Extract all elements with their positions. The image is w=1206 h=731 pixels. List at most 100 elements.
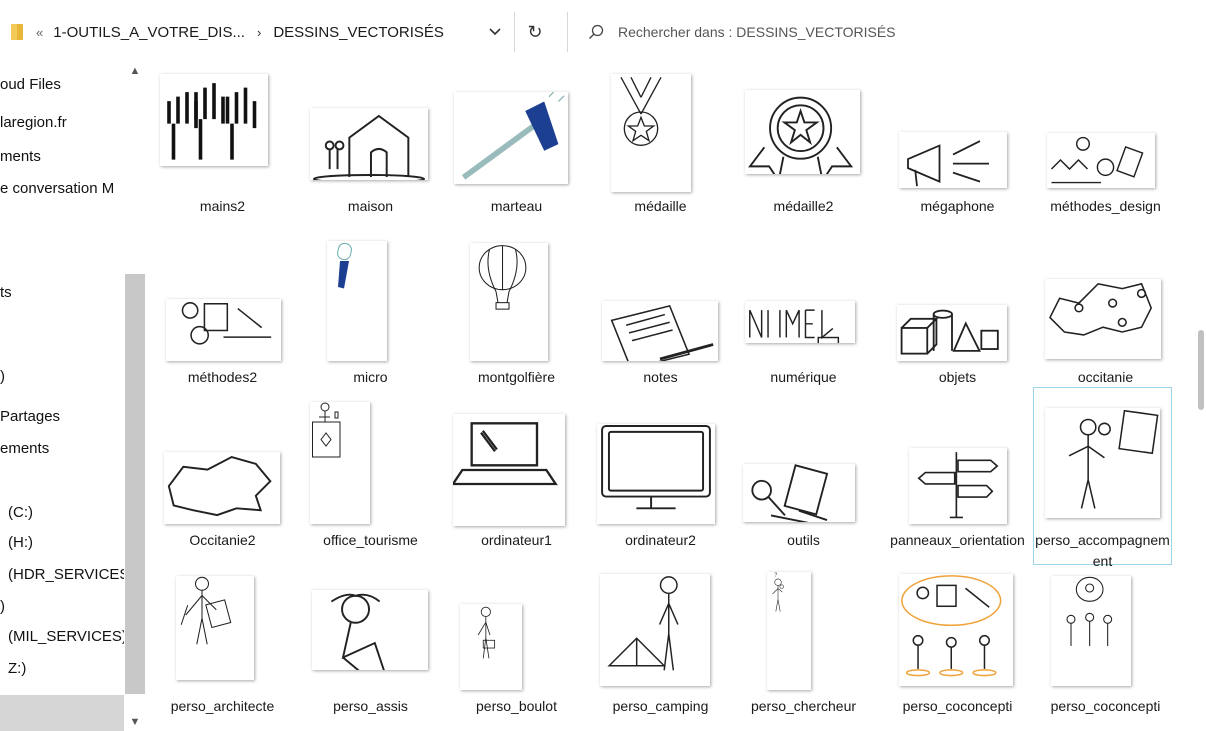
breadcrumb-item-dessins[interactable]: DESSINS_VECTORISÉS [273,24,444,41]
scrollbar-thumb[interactable] [1198,330,1204,410]
medal-drawing-icon [611,74,691,192]
breadcrumb-item-outils[interactable]: 1-OUTILS_A_VOTRE_DIS... [53,24,245,41]
sidebar-item[interactable]: (MIL_SERVICES) [8,628,124,645]
breadcrumb-overflow-chevron[interactable]: « [36,25,43,40]
file-name: maison [347,198,394,214]
chevron-down-icon [489,28,501,36]
sidebar-item[interactable]: Z:) [8,660,26,677]
sidebar-item[interactable]: ments [0,148,41,165]
file-name: marteau [490,198,543,214]
file-item[interactable]: médaille [592,68,729,238]
file-item[interactable]: méthodes2 [154,239,291,409]
file-name: outils [787,532,820,548]
file-item[interactable]: perso_coconcepti [1037,568,1174,731]
sidebar-item[interactable]: (C:) [8,504,33,521]
file-item[interactable]: notes [592,239,729,409]
file-item[interactable]: ordinateur1 [448,402,585,578]
file-item[interactable]: occitanie [1037,239,1174,409]
file-item[interactable]: micro [302,239,439,409]
methods-design-drawing-icon [1047,133,1155,188]
notes-drawing-icon [602,301,718,361]
search-placeholder: Rechercher dans : DESSINS_VECTORISÉS [618,24,896,40]
search-input[interactable]: Rechercher dans : DESSINS_VECTORISÉS [578,16,1198,48]
hands-drawing-icon [160,74,268,166]
person-codesign-drawing-icon [899,574,1013,686]
sidebar-item[interactable]: ) [0,598,5,615]
file-item[interactable]: perso_assis [302,568,439,731]
scrollbar-thumb[interactable] [125,274,145,694]
scroll-up-icon[interactable]: ▲ [124,62,146,80]
sidebar-item[interactable]: laregion.fr [0,114,67,131]
file-item[interactable]: montgolfière [448,239,585,409]
file-item[interactable]: médaille2 [735,68,872,238]
file-item[interactable]: méthodes_design [1037,68,1174,238]
sidebar-item[interactable]: Partages [0,408,60,425]
monitor-drawing-icon [597,424,715,524]
address-dropdown-button[interactable] [478,16,512,48]
tourist-office-drawing-icon [310,402,370,524]
file-item[interactable]: perso_boulot [448,568,585,731]
file-name: ordinateur2 [625,532,696,548]
file-name: mains2 [199,198,246,214]
file-item[interactable]: perso_coconcepti [889,568,1026,731]
file-name: panneaux_orientation [890,532,1025,548]
file-name: micro [353,369,388,385]
file-name: office_tourisme [323,532,418,548]
file-name: perso_coconcepti [902,698,1013,714]
navigation-scrollbar[interactable]: ▲ ▼ [124,62,146,731]
sidebar-item[interactable]: ts [0,284,12,301]
medal2-drawing-icon [745,90,860,174]
scroll-down-icon[interactable]: ▼ [124,713,146,731]
file-item[interactable]: marteau [448,68,585,238]
file-item[interactable]: mégaphone [889,68,1026,238]
megaphone-drawing-icon [899,132,1007,188]
sidebar-item[interactable]: (HDR_SERVICES) [8,566,124,583]
file-name: occitanie [1077,369,1134,385]
breadcrumb[interactable]: « 1-OUTILS_A_VOTRE_DIS... › DESSINS_VECT… [10,13,514,51]
sidebar-item[interactable]: oud Files [0,76,61,93]
file-item[interactable]: maison [302,68,439,238]
file-item[interactable]: mains2 [154,68,291,238]
file-item[interactable]: numérique [735,239,872,409]
file-item[interactable]: perso_accompagnement [1033,387,1172,569]
file-name: objets [938,369,977,385]
person-work-drawing-icon [460,604,522,690]
file-item[interactable]: Occitanie2 [154,402,291,578]
occitanie2-map-drawing-icon [164,452,280,524]
file-item[interactable]: ordinateur2 [592,402,729,578]
file-item[interactable]: perso_camping [592,568,729,731]
file-name: perso_boulot [476,698,557,714]
person-sitting-drawing-icon [312,590,428,670]
breadcrumb-separator-icon[interactable]: › [257,25,261,40]
file-item[interactable]: outils [735,402,872,578]
sidebar-item[interactable]: ements [0,440,49,457]
methods2-drawing-icon [166,299,281,361]
file-name: médaille2 [773,198,834,214]
file-item[interactable]: perso_architecte [154,568,291,731]
file-name: montgolfière [477,369,556,385]
sidebar-item[interactable]: (H:) [8,534,33,551]
navigation-pane: oud Files laregion.fr ments e conversation … [0,62,124,731]
sidebar-item[interactable]: e conversation M [0,180,114,197]
person-support-drawing-icon [1045,408,1160,518]
toolbar-divider [567,12,568,52]
file-item[interactable]: objets [889,239,1026,409]
laptop-drawing-icon [453,414,565,526]
file-item[interactable]: ? perso_chercheur [735,568,872,731]
house-drawing-icon [310,108,428,180]
objects-drawing-icon [897,305,1007,361]
toolbar-divider [514,12,515,52]
file-name: perso_accompagnement [1035,532,1170,569]
file-grid: mains2 maison marteau médaille médaille2 méga… [148,62,1200,731]
sidebar-item[interactable]: ) [0,368,5,385]
file-name: méthodes2 [187,369,258,385]
person-architect-drawing-icon [176,576,254,680]
tools-drawing-icon [743,464,855,522]
refresh-button[interactable]: ↻ [518,16,552,48]
file-name: notes [643,369,678,385]
address-bar-area: « 1-OUTILS_A_VOTRE_DIS... › DESSINS_VECT… [0,0,1206,62]
file-item[interactable]: office_tourisme [302,402,439,578]
file-name: médaille [634,198,687,214]
file-item[interactable]: panneaux_orientation [889,402,1026,578]
content-scrollbar[interactable] [1196,62,1206,731]
